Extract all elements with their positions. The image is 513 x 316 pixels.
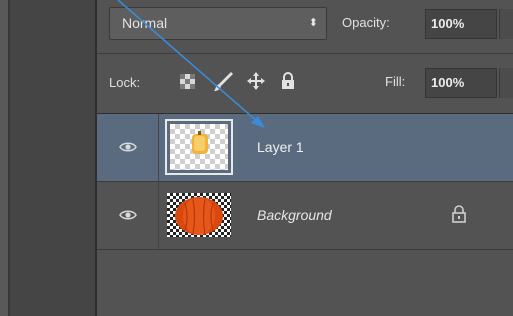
opacity-dropdown-button[interactable] xyxy=(499,9,513,39)
blend-mode-value: Normal xyxy=(122,15,168,31)
lock-all-icon[interactable] xyxy=(277,70,299,92)
visibility-toggle[interactable] xyxy=(97,182,159,249)
layers-empty-area[interactable] xyxy=(97,250,513,316)
pumpkin-thumbnail-icon xyxy=(167,193,231,237)
layer-name[interactable]: Background xyxy=(257,207,332,223)
up-down-arrows-icon: ⬍ xyxy=(308,17,318,29)
fill-input[interactable]: 100% xyxy=(425,68,497,98)
panel-dock-column xyxy=(10,0,95,316)
visibility-toggle[interactable] xyxy=(97,114,159,181)
pumpkin-thumbnail-icon xyxy=(170,124,228,170)
layer-row-layer-1[interactable]: Layer 1 xyxy=(97,114,513,181)
blend-mode-select[interactable]: Normal ⬍ xyxy=(109,7,327,40)
layer-lock-icon xyxy=(452,205,466,223)
layer-thumbnail[interactable] xyxy=(165,187,233,243)
fill-label: Fill: xyxy=(385,74,406,89)
window-edge xyxy=(0,0,8,316)
fill-dropdown-button[interactable] xyxy=(499,68,513,98)
lock-position-move-icon[interactable] xyxy=(245,70,267,92)
layer-row-background[interactable]: Background xyxy=(97,182,513,249)
lock-image-pixels-brush-icon[interactable] xyxy=(211,70,233,92)
layers-panel: Normal ⬍ Opacity: 100% Lock: Fill: 100% … xyxy=(97,0,513,316)
layer-thumbnail[interactable] xyxy=(165,119,233,175)
opacity-label: Opacity: xyxy=(342,15,390,30)
divider xyxy=(97,53,513,54)
opacity-input[interactable]: 100% xyxy=(425,9,497,39)
eye-icon xyxy=(119,142,137,152)
layer-name[interactable]: Layer 1 xyxy=(257,139,304,155)
lock-label: Lock: xyxy=(109,75,141,90)
eye-icon xyxy=(119,210,137,220)
lock-transparent-pixels-icon[interactable] xyxy=(177,70,199,92)
